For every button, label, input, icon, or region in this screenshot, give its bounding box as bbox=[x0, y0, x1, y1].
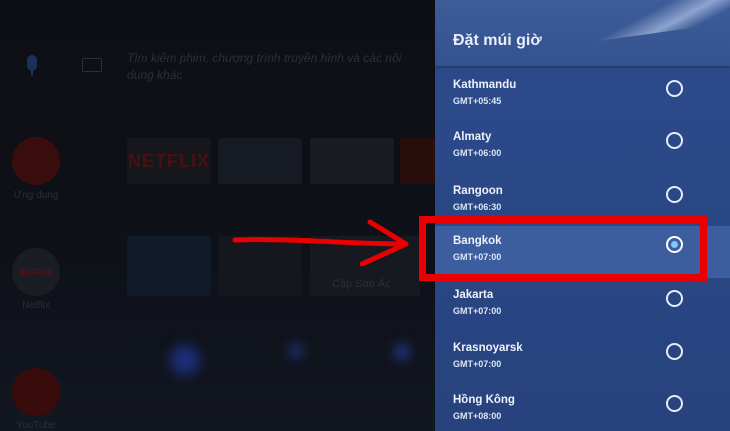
timezone-offset: GMT+05:45 bbox=[453, 96, 502, 106]
content-tile bbox=[127, 236, 211, 296]
youtube-label: YouTube bbox=[16, 420, 56, 431]
header-light-streak bbox=[583, 0, 730, 43]
timezone-offset: GMT+06:00 bbox=[453, 148, 502, 158]
content-tile bbox=[218, 138, 302, 184]
timezone-name: Kathmandu bbox=[453, 79, 517, 91]
netflix-icon: NETFLIX bbox=[12, 248, 60, 296]
annotation-highlight-box bbox=[419, 216, 707, 281]
content-tile bbox=[400, 138, 435, 184]
radio-button-icon[interactable] bbox=[666, 395, 683, 412]
timezone-name: Hồng Kông bbox=[453, 394, 515, 406]
netflix-tile: NETFLIX bbox=[127, 138, 211, 184]
ambient-glow bbox=[395, 345, 409, 359]
panel-header: Đặt múi giờ bbox=[435, 0, 730, 66]
timezone-item[interactable]: Krasnoyarsk GMT+07:00 bbox=[435, 333, 730, 385]
timezone-name: Almaty bbox=[453, 131, 492, 143]
timezone-item[interactable]: Almaty GMT+06:00 bbox=[435, 122, 730, 174]
arrow-shaft bbox=[232, 237, 408, 247]
timezone-item[interactable]: Jakarta GMT+07:00 bbox=[435, 280, 730, 332]
annotation-arrow-icon bbox=[232, 219, 409, 267]
radio-button-icon[interactable] bbox=[666, 186, 683, 203]
radio-button-icon[interactable] bbox=[666, 80, 683, 97]
keyboard-icon bbox=[82, 58, 102, 72]
microphone-stand bbox=[31, 70, 33, 76]
timezone-offset: GMT+07:00 bbox=[453, 359, 502, 369]
apps-grid-icon bbox=[12, 137, 60, 185]
timezone-name: Krasnoyarsk bbox=[453, 342, 523, 354]
content-tile bbox=[310, 138, 394, 184]
radio-button-icon[interactable] bbox=[666, 132, 683, 149]
youtube-icon bbox=[12, 368, 60, 416]
microphone-icon bbox=[27, 55, 37, 71]
search-placeholder: Tìm kiếm phim, chương trình truyền hình … bbox=[127, 51, 402, 82]
ambient-glow bbox=[290, 345, 302, 357]
dimmed-launcher-background: Tìm kiếm phim, chương trình truyền hình … bbox=[0, 0, 435, 431]
timezone-item[interactable]: Hồng Kông GMT+08:00 bbox=[435, 385, 730, 431]
timezone-item[interactable]: Kathmandu GMT+05:45 bbox=[435, 70, 730, 122]
timezone-offset: GMT+06:30 bbox=[453, 202, 502, 212]
ambient-glow bbox=[170, 345, 200, 375]
radio-button-icon[interactable] bbox=[666, 290, 683, 307]
netflix-label: Netflix bbox=[22, 300, 50, 311]
timezone-offset: GMT+07:00 bbox=[453, 306, 502, 316]
timezone-name: Jakarta bbox=[453, 289, 494, 301]
timezone-name: Rangoon bbox=[453, 185, 503, 197]
timezone-offset: GMT+08:00 bbox=[453, 411, 502, 421]
tile-caption: Cặp Sao Ác bbox=[332, 278, 391, 290]
apps-label: Ứng dụng bbox=[13, 190, 59, 201]
panel-title: Đặt múi giờ bbox=[453, 32, 542, 49]
radio-button-icon[interactable] bbox=[666, 343, 683, 360]
